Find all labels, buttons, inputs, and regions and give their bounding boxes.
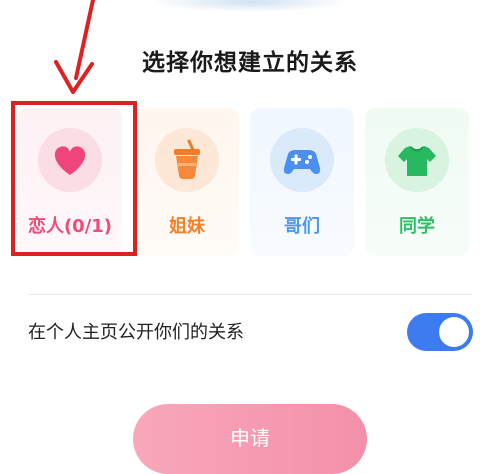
- top-decoration: [150, 0, 350, 12]
- relation-label-brothers: 哥们: [284, 216, 320, 237]
- relation-option-sisters[interactable]: 姐妹: [135, 108, 239, 256]
- gamepad-icon-circle: [270, 128, 334, 192]
- tshirt-icon: [398, 146, 436, 176]
- drink-cup-icon-circle: [155, 128, 219, 192]
- gamepad-icon: [283, 150, 321, 174]
- relation-option-brothers[interactable]: 哥们: [250, 108, 354, 256]
- dialog-title: 选择你想建立的关系: [142, 50, 358, 76]
- relation-label-classmates: 同学: [399, 216, 435, 237]
- tshirt-icon-circle: [385, 128, 449, 192]
- divider: [28, 294, 472, 295]
- apply-button[interactable]: 申请: [133, 404, 367, 474]
- drink-cup-icon: [174, 139, 200, 179]
- toggle-knob: [439, 317, 469, 347]
- public-relation-toggle[interactable]: [407, 313, 473, 351]
- selection-highlight-box: [11, 101, 137, 256]
- relation-label-sisters: 姐妹: [169, 216, 205, 237]
- public-relation-setting-label: 在个人主页公开你们的关系: [28, 322, 244, 343]
- relation-option-classmates[interactable]: 同学: [365, 108, 469, 256]
